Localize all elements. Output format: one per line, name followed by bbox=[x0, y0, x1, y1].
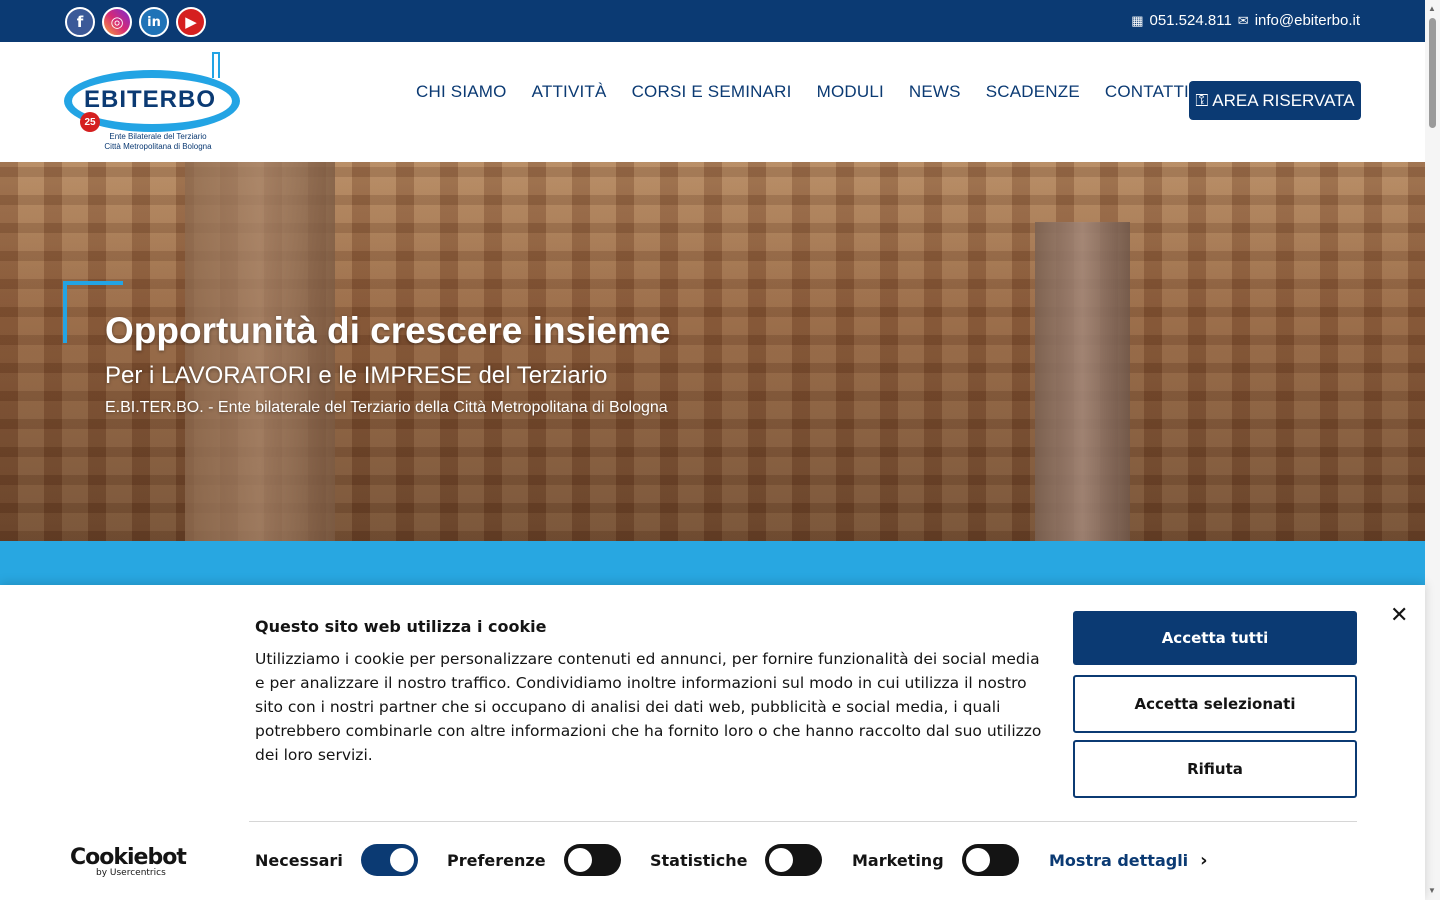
statistiche-switch[interactable] bbox=[765, 844, 823, 876]
key-icon: ⚿ bbox=[1195, 90, 1209, 110]
hero-tower-right bbox=[1035, 222, 1130, 541]
phone-icon: ▦ bbox=[1131, 12, 1144, 28]
switch-knob bbox=[389, 848, 414, 872]
email-icon: ✉ bbox=[1237, 12, 1249, 28]
show-details-label: Mostra dettagli bbox=[1049, 851, 1189, 870]
cookiebot-logo[interactable]: Cookiebot by Usercentrics bbox=[70, 845, 187, 878]
switch-knob bbox=[567, 848, 592, 872]
chevron-right-icon: › bbox=[1200, 850, 1208, 871]
hero-tagline: E.BI.TER.BO. - Ente bilaterale del Terzi… bbox=[105, 399, 668, 416]
toggle-preferenze: Preferenze bbox=[447, 844, 621, 876]
nav-moduli[interactable]: MODULI bbox=[817, 82, 884, 102]
hero-title: Opportunità di crescere insieme bbox=[105, 310, 671, 351]
show-details-link[interactable]: Mostra dettagli › bbox=[1049, 850, 1208, 871]
youtube-icon[interactable]: ▶ bbox=[176, 7, 206, 37]
toggle-label: Preferenze bbox=[447, 850, 546, 870]
phone-link[interactable]: 051.524.811 bbox=[1149, 12, 1231, 29]
nav-chi-siamo[interactable]: CHI SIAMO bbox=[416, 82, 507, 102]
cookie-title: Questo sito web utilizza i cookie bbox=[255, 617, 547, 636]
preferenze-switch[interactable] bbox=[563, 844, 621, 876]
logo-line-2: Città Metropolitana di Bologna bbox=[104, 142, 212, 151]
site-header: EBITERBO 25 Ente Bilaterale del Terziari… bbox=[0, 42, 1425, 162]
cookie-divider bbox=[249, 821, 1357, 822]
blue-strip bbox=[0, 541, 1425, 585]
close-icon[interactable]: ✕ bbox=[1390, 603, 1408, 628]
contact-info: ▦ 051.524.811 ✉ info@ebiterbo.it bbox=[1131, 12, 1360, 29]
cookiebot-brand: Cookiebot bbox=[70, 845, 187, 870]
toggle-marketing: Marketing bbox=[852, 844, 1019, 876]
toggle-statistiche: Statistiche bbox=[650, 844, 823, 876]
nav-attivita[interactable]: ATTIVITÀ bbox=[532, 82, 607, 102]
scroll-up-icon[interactable]: ▲ bbox=[1428, 4, 1436, 13]
toggle-necessari: Necessari bbox=[255, 844, 418, 876]
accept-all-button[interactable]: Accetta tutti bbox=[1073, 611, 1357, 665]
instagram-icon[interactable]: ◎ bbox=[102, 7, 132, 37]
toggle-label: Necessari bbox=[255, 850, 343, 870]
reject-button[interactable]: Rifiuta bbox=[1073, 740, 1357, 798]
logo-tower-shape bbox=[212, 52, 220, 78]
cookie-banner: Questo sito web utilizza i cookie Utiliz… bbox=[0, 585, 1425, 900]
main-nav: CHI SIAMO ATTIVITÀ CORSI E SEMINARI MODU… bbox=[416, 81, 1361, 120]
cookie-text: Utilizziamo i cookie per personalizzare … bbox=[255, 650, 1042, 764]
accept-selected-button[interactable]: Accetta selezionati bbox=[1073, 675, 1357, 733]
necessari-switch[interactable] bbox=[360, 844, 418, 876]
scrollbar-thumb[interactable] bbox=[1429, 18, 1436, 128]
page-scrollbar[interactable] bbox=[1425, 0, 1440, 900]
switch-knob bbox=[965, 848, 990, 872]
marketing-switch[interactable] bbox=[961, 844, 1019, 876]
anniversary-badge: 25 bbox=[80, 112, 100, 132]
toggle-label: Statistiche bbox=[650, 850, 748, 870]
nav-corsi-seminari[interactable]: CORSI E SEMINARI bbox=[632, 82, 792, 102]
area-riservata-button[interactable]: ⚿ AREA RISERVATA bbox=[1189, 81, 1361, 120]
email-link[interactable]: info@ebiterbo.it bbox=[1255, 12, 1360, 29]
cookiebot-by: by Usercentrics bbox=[96, 868, 166, 878]
top-bar: f ◎ in ▶ ▦ 051.524.811 ✉ info@ebiterbo.i… bbox=[0, 0, 1425, 42]
hero-subtitle: Per i LAVORATORI e le IMPRESE del Terzia… bbox=[105, 362, 608, 389]
social-links: f ◎ in ▶ bbox=[65, 7, 206, 37]
logo-subtitle: Ente Bilaterale del Terziario Città Metr… bbox=[98, 132, 218, 152]
logo-line-1: Ente Bilaterale del Terziario bbox=[109, 132, 207, 141]
area-riservata-label: AREA RISERVATA bbox=[1212, 90, 1355, 110]
facebook-icon[interactable]: f bbox=[65, 7, 95, 37]
toggle-label: Marketing bbox=[852, 850, 944, 870]
nav-scadenze[interactable]: SCADENZE bbox=[986, 82, 1080, 102]
hero-banner: Opportunità di crescere insieme Per i LA… bbox=[0, 162, 1425, 541]
nav-contatti[interactable]: CONTATTI bbox=[1105, 82, 1189, 102]
site-logo[interactable]: EBITERBO 25 Ente Bilaterale del Terziari… bbox=[64, 52, 242, 154]
linkedin-icon[interactable]: in bbox=[139, 7, 169, 37]
nav-news[interactable]: NEWS bbox=[909, 82, 961, 102]
scroll-down-icon[interactable]: ▼ bbox=[1428, 886, 1436, 895]
logo-brand: EBITERBO bbox=[84, 86, 217, 113]
switch-knob bbox=[769, 848, 794, 872]
